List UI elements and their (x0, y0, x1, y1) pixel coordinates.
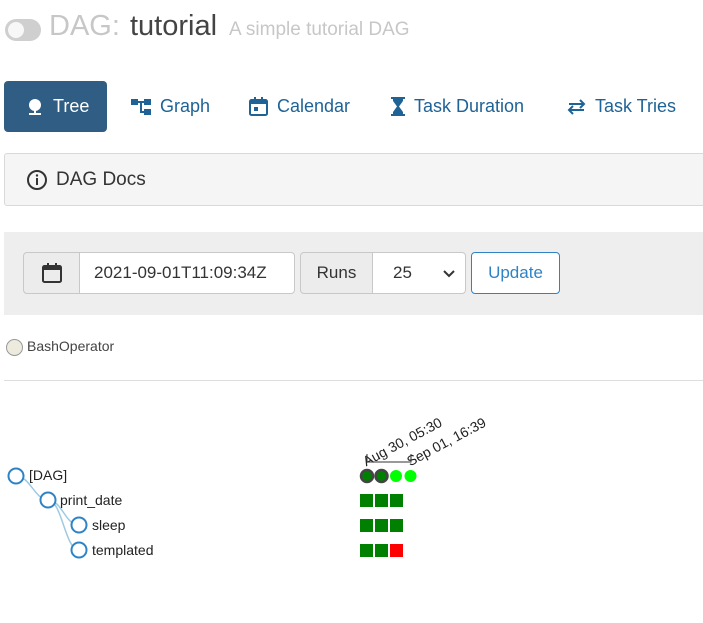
tree-node-circle[interactable] (70, 541, 88, 559)
tree-node-label[interactable]: [DAG] (29, 467, 67, 483)
dag-run-status-running[interactable] (390, 470, 402, 482)
dag-run-status-success[interactable] (359, 468, 375, 484)
tab-label: Calendar (277, 96, 351, 116)
retry-icon (567, 98, 586, 115)
dag-description: A simple tutorial DAG (229, 19, 410, 40)
base-date-input[interactable]: 2021-09-01T11:09:34Z (79, 252, 295, 294)
dag-title: tutorial (130, 10, 218, 42)
task-instance-success[interactable] (375, 519, 388, 532)
operator-legend-swatch (6, 339, 23, 356)
operator-legend-label: BashOperator (27, 338, 115, 354)
task-instance-success[interactable] (360, 494, 373, 507)
task-instance-success[interactable] (375, 494, 388, 507)
tab-label: Graph (160, 96, 211, 116)
hourglass-icon (391, 97, 405, 116)
tree-node-label[interactable]: sleep (92, 517, 125, 533)
dag-pause-toggle[interactable] (5, 19, 41, 41)
task-instance-success[interactable] (360, 544, 373, 557)
graph-icon (131, 98, 151, 115)
tab-task-duration[interactable]: Task Duration (390, 81, 524, 132)
calendar-icon (41, 263, 62, 283)
runs-value: 25 (393, 263, 412, 282)
info-icon (27, 169, 47, 190)
run-range-bracket (366, 454, 412, 463)
calendar-icon (249, 97, 268, 116)
tab-label: Task Tries (595, 96, 677, 116)
task-instance-success[interactable] (390, 519, 403, 532)
tree-node-circle[interactable] (7, 467, 25, 485)
tab-label: Tree (53, 96, 90, 116)
toggle-knob (8, 22, 24, 38)
runs-select[interactable]: 25 (372, 252, 466, 294)
tab-tree[interactable]: Tree (4, 81, 107, 132)
tab-calendar[interactable]: Calendar (248, 81, 350, 132)
task-instance-failed[interactable] (390, 544, 403, 557)
task-instance-success[interactable] (375, 544, 388, 557)
tree-node-circle[interactable] (39, 491, 57, 509)
tab-label: Task Duration (414, 96, 525, 116)
tree-node-label[interactable]: print_date (60, 492, 122, 508)
dag-docs-label: DAG Docs (56, 168, 146, 190)
tab-graph[interactable]: Graph (130, 81, 210, 132)
dag-docs-panel[interactable]: DAG Docs (4, 153, 703, 206)
task-instance-success[interactable] (390, 494, 403, 507)
task-instance-success[interactable] (360, 519, 373, 532)
divider (4, 380, 703, 381)
runs-label: Runs (300, 252, 373, 294)
update-button[interactable]: Update (471, 252, 560, 294)
dag-run-status-success[interactable] (374, 468, 389, 484)
dag-run-status-running[interactable] (404, 470, 417, 482)
tree-node-circle[interactable] (70, 516, 88, 534)
date-picker-button[interactable] (23, 252, 80, 294)
title-prefix: DAG: (49, 10, 120, 42)
tab-task-tries[interactable]: Task Tries (566, 81, 676, 132)
tree-icon (29, 98, 41, 115)
chevron-down-icon (443, 270, 455, 278)
tree-node-label[interactable]: templated (92, 542, 153, 558)
